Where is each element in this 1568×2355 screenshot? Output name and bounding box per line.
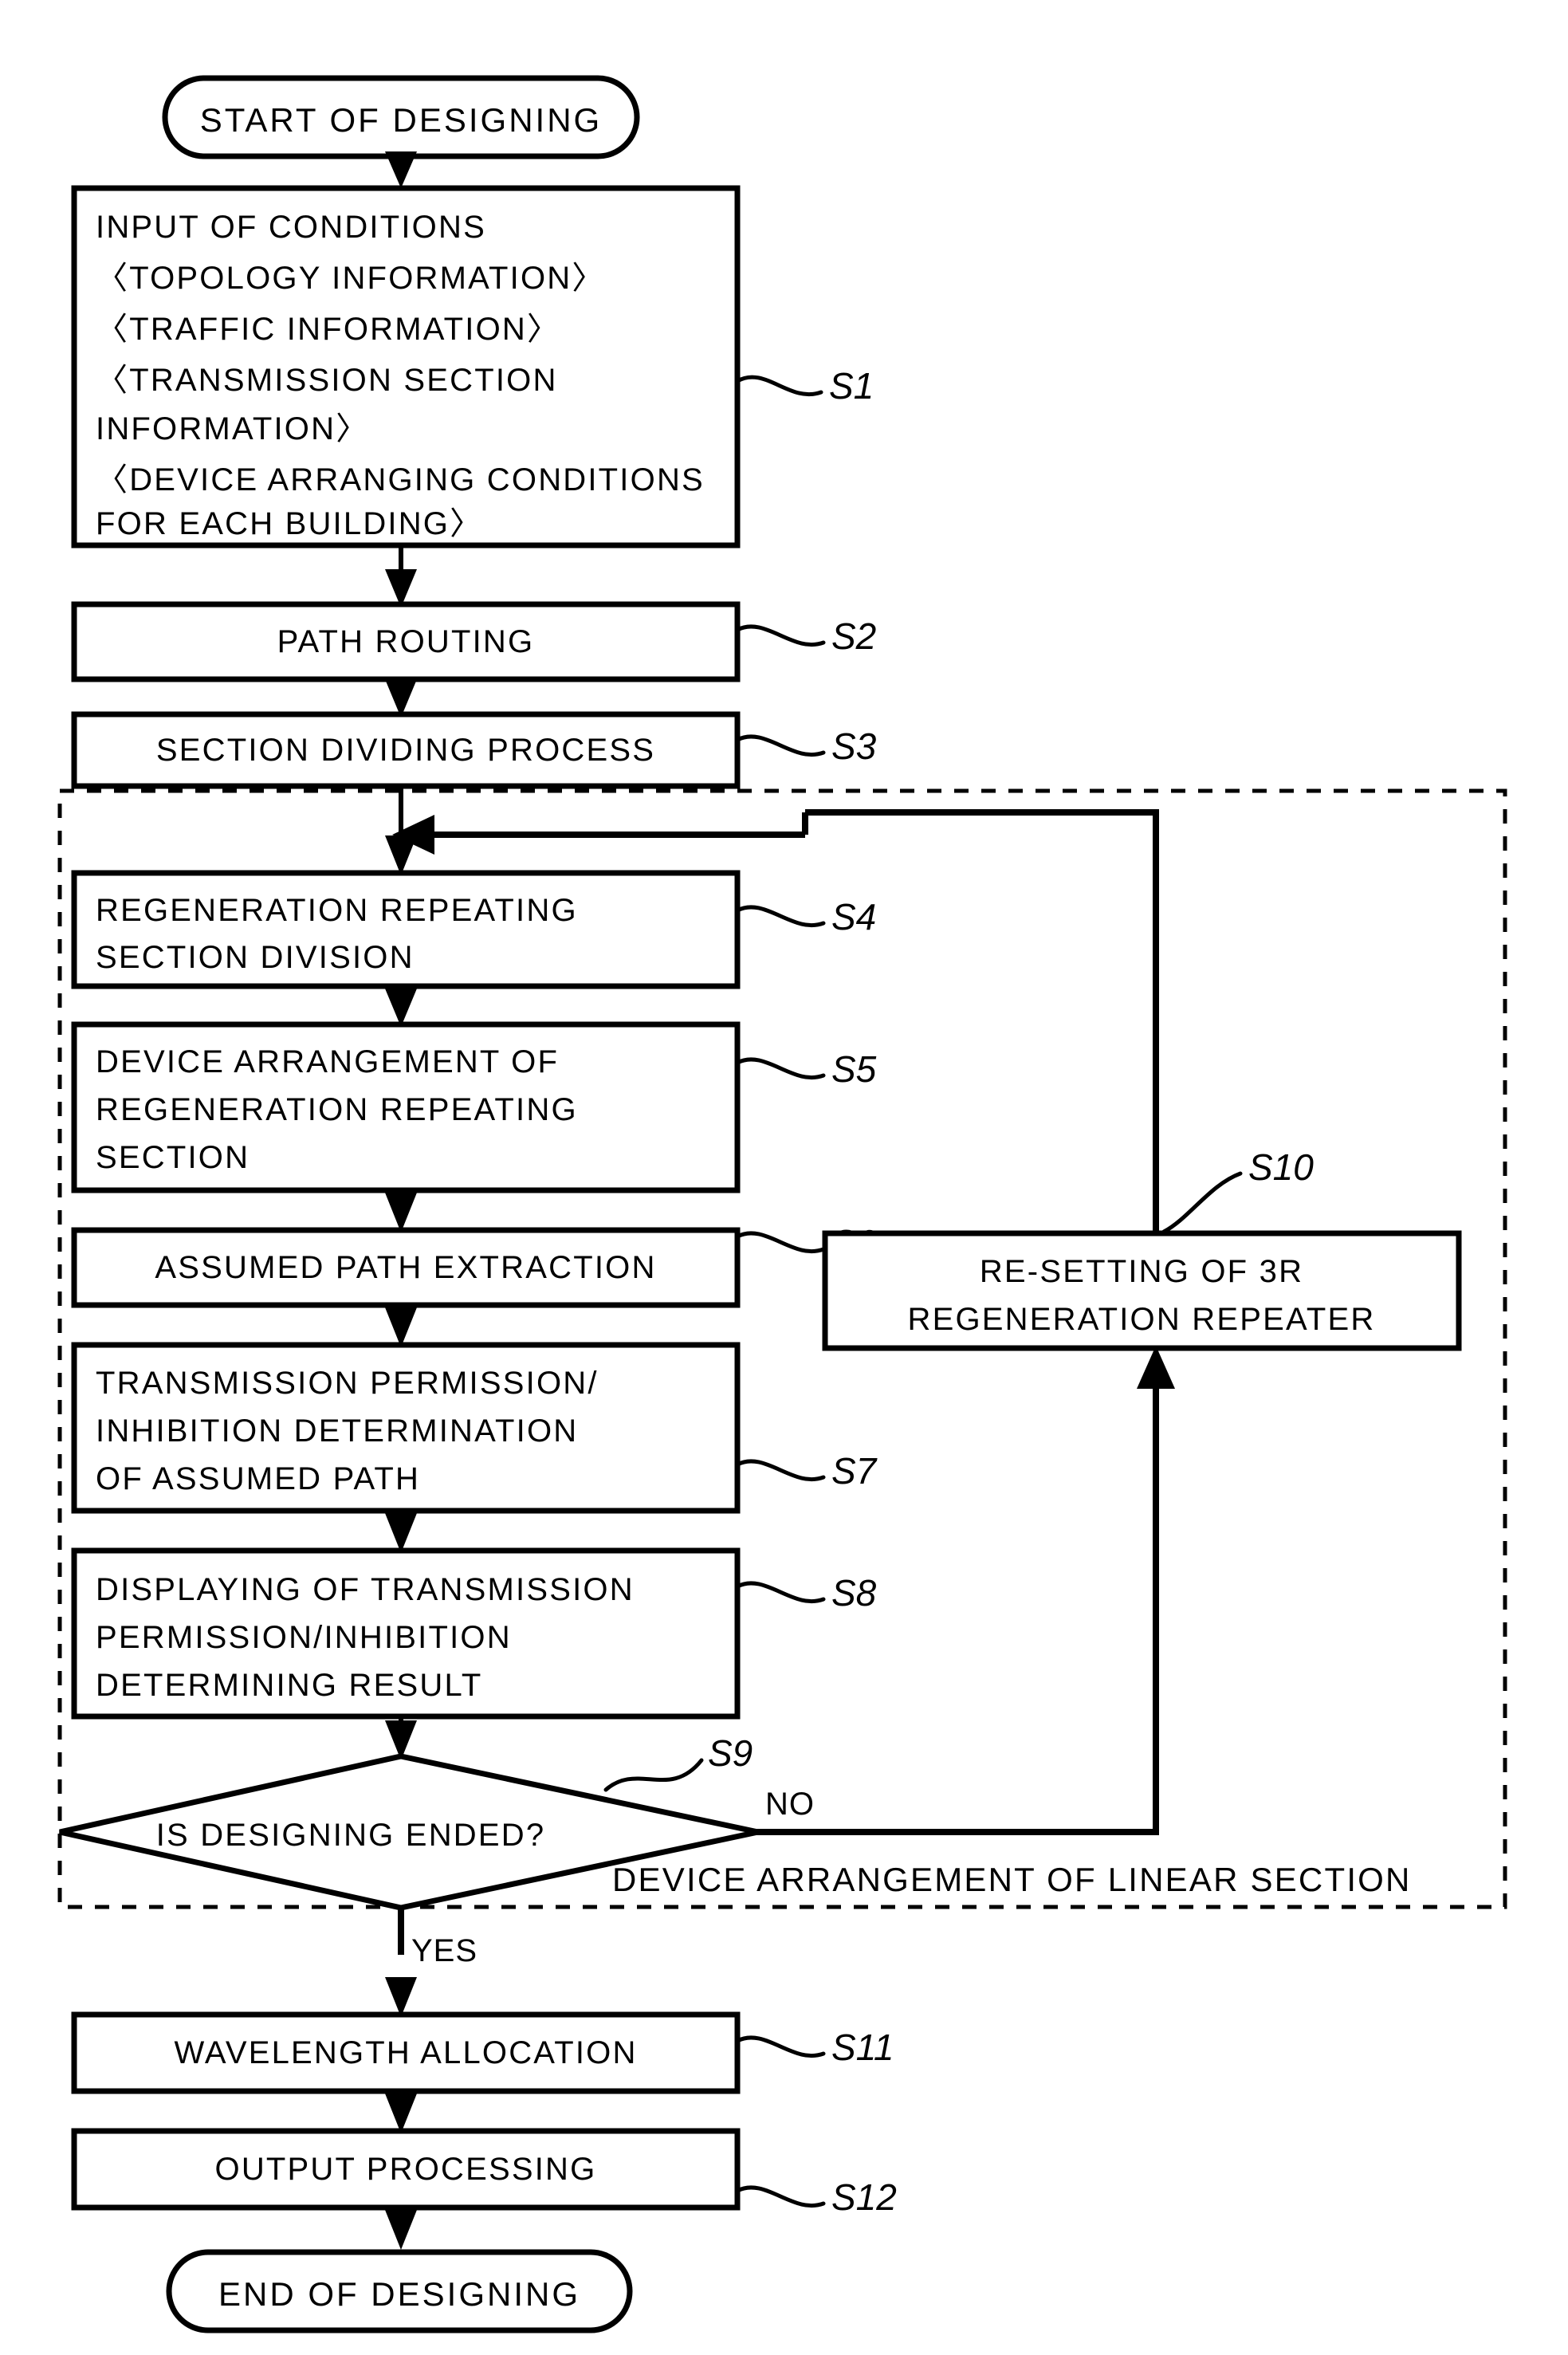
start-terminal-label: START OF DESIGNING bbox=[200, 101, 602, 139]
linear-section-group-caption: DEVICE ARRANGEMENT OF LINEAR SECTION bbox=[612, 1861, 1412, 1898]
leader-line-s6 bbox=[735, 1231, 826, 1253]
arrowhead-start-to-s1 bbox=[385, 151, 417, 188]
step-s7-line-3: OF ASSUMED PATH bbox=[96, 1461, 420, 1496]
leader-line-s11 bbox=[735, 2035, 826, 2058]
arrowhead-s4-to-s5 bbox=[385, 989, 417, 1027]
step-s4-line-2: SECTION DIVISION bbox=[96, 940, 415, 975]
step-s8-line-1: DISPLAYING OF TRANSMISSION bbox=[96, 1572, 635, 1607]
leader-line-s3 bbox=[735, 734, 826, 757]
step-label-s9: S9 bbox=[708, 1732, 753, 1774]
arrowhead-yes-to-s11 bbox=[385, 1977, 417, 2017]
leader-line-s10 bbox=[1161, 1171, 1243, 1234]
step-s10-line-1: RE-SETTING OF 3R bbox=[980, 1254, 1303, 1289]
branch-label-no: NO bbox=[765, 1787, 815, 1822]
step-s1-line-7: FOR EACH BUILDING〉 bbox=[96, 506, 483, 541]
step-s1-line-3: 〈TRAFFIC INFORMATION〉 bbox=[96, 312, 560, 347]
leader-line-s2 bbox=[735, 624, 826, 647]
step-s8-line-3: DETERMINING RESULT bbox=[96, 1668, 483, 1703]
leader-line-s5 bbox=[735, 1057, 826, 1079]
end-terminal-label: END OF DESIGNING bbox=[218, 2275, 580, 2313]
arrowhead-no-into-s10 bbox=[1137, 1346, 1175, 1389]
step-s7-line-1: TRANSMISSION PERMISSION/ bbox=[96, 1366, 599, 1401]
step-label-s4: S4 bbox=[831, 896, 876, 938]
flowchart-svg: START OF DESIGNING INPUT OF CONDITIONS 〈… bbox=[57, 75, 1507, 2333]
step-s8-line-2: PERMISSION/INHIBITION bbox=[96, 1620, 512, 1655]
step-label-s12: S12 bbox=[831, 2176, 897, 2218]
step-s10-line-2: REGENERATION REPEATER bbox=[907, 1302, 1375, 1337]
step-s4-line-1: REGENERATION REPEATING bbox=[96, 893, 578, 928]
step-s5-line-2: REGENERATION REPEATING bbox=[96, 1092, 578, 1127]
step-s11-label: WAVELENGTH ALLOCATION bbox=[174, 2035, 637, 2070]
step-s12-label: OUTPUT PROCESSING bbox=[215, 2152, 597, 2187]
step-label-s8: S8 bbox=[831, 1572, 877, 1614]
step-s3-label: SECTION DIVIDING PROCESS bbox=[156, 733, 655, 768]
step-s1-line-2: 〈TOPOLOGY INFORMATION〉 bbox=[96, 261, 606, 296]
arrowhead-s7-to-s8 bbox=[385, 1513, 417, 1553]
leader-line-s9 bbox=[603, 1758, 704, 1792]
flowchart-canvas: START OF DESIGNING INPUT OF CONDITIONS 〈… bbox=[0, 0, 1568, 2355]
leader-line-s12 bbox=[735, 2185, 826, 2208]
arrowhead-s12-to-end bbox=[385, 2210, 417, 2250]
step-s6-label: ASSUMED PATH EXTRACTION bbox=[155, 1250, 656, 1285]
step-s1-line-1: INPUT OF CONDITIONS bbox=[96, 210, 486, 245]
step-s5-line-3: SECTION bbox=[96, 1140, 250, 1175]
step-s7-line-2: INHIBITION DETERMINATION bbox=[96, 1413, 578, 1449]
arrowhead-s11-to-s12 bbox=[385, 2094, 417, 2133]
step-s1-line-5: INFORMATION〉 bbox=[96, 411, 369, 446]
step-label-s3: S3 bbox=[831, 725, 877, 767]
feedback-loop-upper bbox=[805, 809, 1159, 1233]
step-label-s7: S7 bbox=[831, 1450, 878, 1492]
leader-line-s7 bbox=[735, 1459, 826, 1481]
arrowhead-s6-to-s7 bbox=[385, 1307, 417, 1347]
step-label-s5: S5 bbox=[831, 1048, 877, 1090]
step-label-s2: S2 bbox=[831, 615, 876, 657]
step-s5-line-1: DEVICE ARRANGEMENT OF bbox=[96, 1044, 559, 1079]
step-s2-label: PATH ROUTING bbox=[277, 624, 535, 659]
arrowhead-s5-to-s6 bbox=[385, 1193, 417, 1233]
step-s9-label: IS DESIGNING ENDED? bbox=[156, 1818, 546, 1853]
leader-line-s4 bbox=[735, 905, 826, 927]
step-label-s11: S11 bbox=[831, 2027, 894, 2068]
step-label-s1: S1 bbox=[829, 365, 874, 407]
step-s1-line-6: 〈DEVICE ARRANGING CONDITIONS bbox=[96, 462, 705, 497]
branch-label-yes: YES bbox=[411, 1933, 477, 1968]
leader-line-s1 bbox=[735, 375, 823, 396]
step-label-s10: S10 bbox=[1248, 1146, 1314, 1188]
leader-line-s8 bbox=[735, 1581, 826, 1603]
step-s1-line-4: 〈TRANSMISSION SECTION bbox=[96, 363, 558, 398]
